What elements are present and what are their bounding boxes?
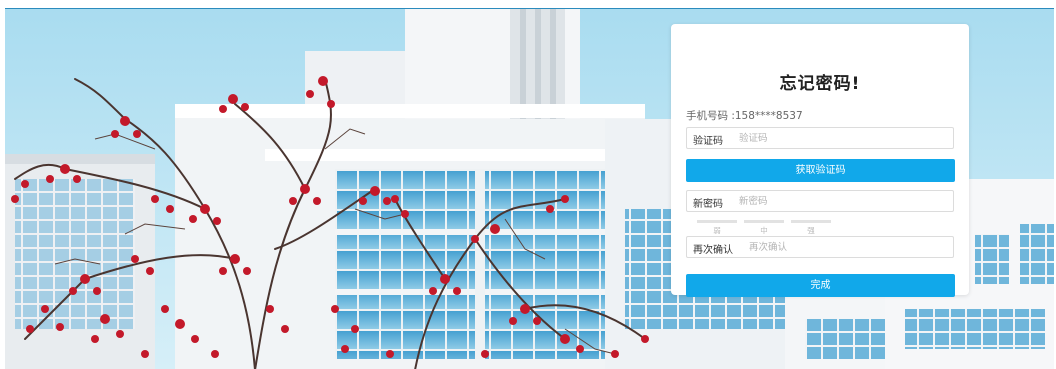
strength-label-weak: 弱 [713, 226, 721, 235]
page: 忘记密码! 手机号码 :158****8537 验证码 获取验证码 新密码 弱 … [0, 0, 1056, 369]
confirm-password-input[interactable] [749, 239, 939, 255]
verification-code-input[interactable] [739, 130, 939, 146]
new-password-field[interactable]: 新密码 [686, 190, 954, 212]
strength-bar-strong [791, 220, 831, 223]
strength-label-medium: 中 [760, 226, 768, 235]
new-password-label: 新密码 [693, 199, 723, 210]
new-password-input[interactable] [739, 193, 939, 209]
verification-code-label: 验证码 [693, 136, 723, 147]
submit-button[interactable]: 完成 [686, 274, 955, 297]
strength-bar-medium [744, 220, 784, 223]
password-strength-meter: 弱 中 强 [697, 220, 831, 235]
strength-label-strong: 强 [807, 226, 815, 235]
get-verification-code-button[interactable]: 获取验证码 [686, 159, 955, 182]
strength-bar-weak [697, 220, 737, 223]
confirm-password-field[interactable]: 再次确认 [686, 236, 954, 258]
page-title: 忘记密码! [779, 74, 861, 94]
forgot-password-card: 忘记密码! 手机号码 :158****8537 验证码 获取验证码 新密码 弱 … [671, 24, 969, 297]
phone-number-text: 手机号码 :158****8537 [686, 110, 803, 122]
confirm-password-label: 再次确认 [693, 245, 733, 256]
verification-code-field[interactable]: 验证码 [686, 127, 954, 149]
